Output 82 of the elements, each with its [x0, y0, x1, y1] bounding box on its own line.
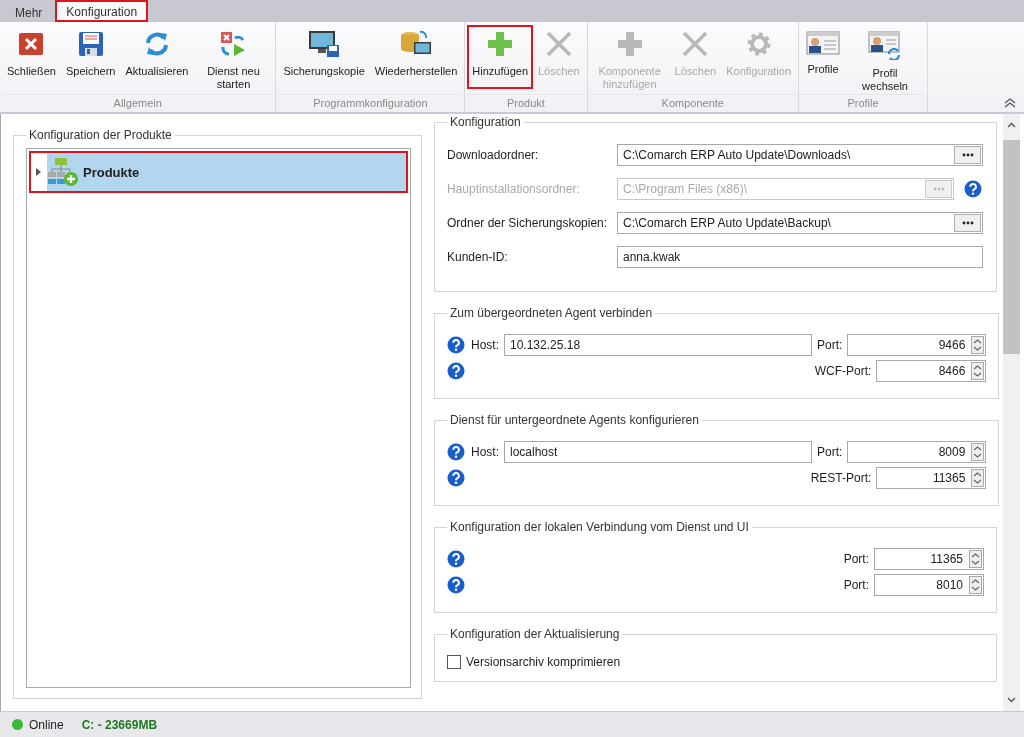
- host-label: Host:: [471, 338, 499, 352]
- field-label: Downloadordner:: [447, 148, 540, 162]
- group-label: Produkt: [467, 94, 585, 112]
- cross-icon: [681, 30, 710, 58]
- profile-card-icon: [806, 30, 840, 56]
- checkbox-label: Versionsarchiv komprimieren: [466, 655, 621, 669]
- port-label: WCF-Port:: [814, 364, 872, 378]
- path-field[interactable]: anna.kwak: [617, 246, 983, 268]
- host-field[interactable]: 10.132.25.18: [504, 334, 812, 356]
- ribbon-tab[interactable]: Mehr: [4, 1, 54, 22]
- plus-icon: [486, 30, 515, 58]
- plus-icon: [615, 30, 644, 58]
- spinner-icon[interactable]: [971, 336, 985, 354]
- ribbon-button[interactable]: Schließen: [2, 25, 61, 89]
- panel-title: Konfiguration der Produkte: [28, 128, 173, 142]
- help-icon[interactable]: [447, 443, 465, 461]
- section-title: Konfiguration der Aktualisierung: [449, 627, 621, 641]
- path-field[interactable]: C:\Comarch ERP Auto Update\Downloads\: [617, 144, 983, 166]
- group-label: Komponente: [589, 94, 796, 112]
- spinner-icon[interactable]: [971, 443, 985, 461]
- group-label: Programmkonfiguration: [278, 94, 463, 112]
- ellipsis-icon: [961, 221, 974, 225]
- ribbon-tab[interactable]: Konfiguration: [55, 0, 149, 22]
- section-title: Dienst für untergeordnete Agents konfigurieren: [449, 413, 700, 427]
- ellipsis-icon: [932, 187, 945, 191]
- field-label: Ordner der Sicherungskopien:: [447, 216, 609, 230]
- ribbon-button[interactable]: Hinzufügen: [467, 25, 533, 89]
- hierarchy-plus-icon: [47, 157, 79, 187]
- scrollbar-thumb[interactable]: [1003, 140, 1020, 354]
- port-field[interactable]: 11365: [876, 467, 987, 489]
- browse-button[interactable]: [954, 146, 981, 164]
- checkbox[interactable]: [447, 655, 461, 669]
- host-field[interactable]: localhost: [504, 441, 812, 463]
- scroll-up-icon[interactable]: [1007, 122, 1016, 128]
- scrollbar[interactable]: [1003, 114, 1020, 711]
- host-label: Host:: [471, 445, 499, 459]
- ribbon-button[interactable]: Profile: [801, 25, 845, 89]
- profile-card-refresh-icon: [868, 30, 902, 60]
- ribbon-button[interactable]: Wiederherstellen: [369, 25, 463, 89]
- port-label: Port:: [843, 552, 869, 566]
- ellipsis-icon: [961, 153, 974, 157]
- help-icon[interactable]: [447, 469, 465, 487]
- ribbon-button[interactable]: Dienst neu starten: [193, 25, 274, 89]
- spinner-icon[interactable]: [969, 576, 982, 594]
- section-title: Konfiguration der lokalen Verbindung vom Dienst und UI: [449, 520, 750, 534]
- spinner-icon[interactable]: [971, 469, 985, 487]
- port-field[interactable]: 8466: [876, 360, 987, 382]
- spinner-icon[interactable]: [969, 550, 982, 568]
- port-label: REST-Port:: [810, 471, 872, 485]
- field-label: Kunden-ID:: [447, 250, 509, 264]
- ribbon-button[interactable]: Profil wechseln: [845, 25, 925, 89]
- ribbon-button[interactable]: Speichern: [60, 25, 121, 89]
- tree-item[interactable]: Produkte: [47, 153, 406, 191]
- port-field[interactable]: 8009: [847, 441, 987, 463]
- status-text: Online: [29, 717, 64, 732]
- scroll-down-icon[interactable]: [1007, 697, 1016, 703]
- cross-icon: [544, 30, 573, 58]
- close-icon: [17, 30, 46, 58]
- port-label: Port:: [817, 338, 843, 352]
- ribbon-button[interactable]: Aktualisieren: [120, 25, 194, 89]
- port-field[interactable]: 11365: [874, 548, 984, 570]
- help-icon[interactable]: [447, 336, 465, 354]
- help-icon[interactable]: [447, 550, 465, 568]
- help-icon[interactable]: [447, 576, 465, 594]
- section-title: Konfiguration: [449, 115, 522, 129]
- help-icon[interactable]: [447, 362, 465, 380]
- group-label: Profile: [801, 94, 925, 112]
- port-field[interactable]: 9466: [847, 334, 987, 356]
- disk-space-text: C: - 23669MB: [81, 717, 158, 732]
- expand-caret-icon[interactable]: [35, 168, 41, 176]
- group-label: Allgemein: [2, 94, 274, 112]
- section-title: Zum übergeordneten Agent verbinden: [449, 306, 654, 320]
- monitor-floppy-icon: [308, 30, 341, 58]
- collapse-chevron-icon[interactable]: [1004, 98, 1016, 108]
- browse-button[interactable]: [954, 214, 981, 232]
- field-label: Hauptinstallationsordner:: [447, 182, 581, 196]
- spinner-icon[interactable]: [971, 362, 985, 380]
- port-label: Port:: [843, 578, 869, 592]
- port-label: Port:: [817, 445, 843, 459]
- ribbon-button[interactable]: Sicherungskopie: [278, 25, 370, 89]
- port-field[interactable]: 8010: [874, 574, 984, 596]
- path-field[interactable]: C:\Comarch ERP Auto Update\Backup\: [617, 212, 983, 234]
